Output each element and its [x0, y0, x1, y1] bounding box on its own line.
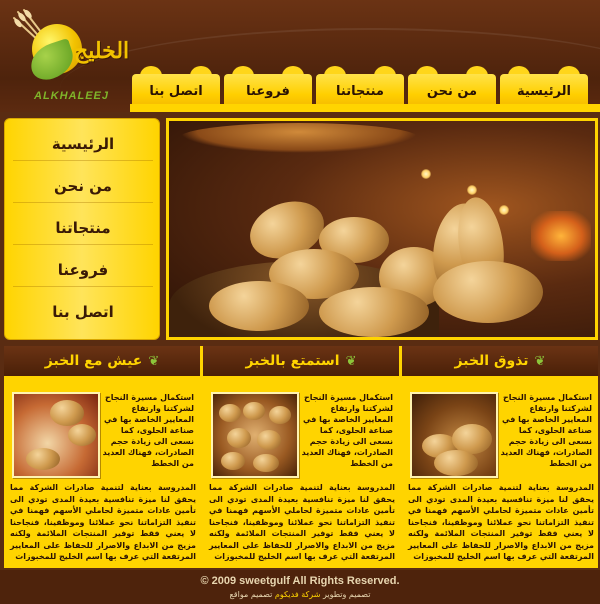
- nav-home[interactable]: الرئيسية: [500, 66, 588, 108]
- column-live: استكمال مسيرة النجاح لشركتنا وارتفاع الم…: [4, 376, 200, 568]
- pastry-plate-image: [12, 392, 100, 478]
- copyright-text: © 2009 sweetgulf All Rights Reserved.: [200, 575, 400, 587]
- column-title: تذوق الخبز: [454, 353, 529, 369]
- nav-contact[interactable]: اتصل بنا: [132, 66, 220, 108]
- hero-bread-image: [166, 118, 598, 340]
- content-section: تذوق الخبز ❦ استكمال مسيرة النجاح لشركتن…: [4, 346, 598, 568]
- leaf-icon: ❦: [345, 353, 357, 369]
- logo-name-en: ALKHALEEJ: [34, 90, 110, 102]
- nav-branches[interactable]: فروعنا: [224, 66, 312, 108]
- column-header-live: عيش مع الخبز ❦: [4, 346, 200, 376]
- nav-underline: [130, 104, 600, 112]
- sidebar-item-about[interactable]: من نحن: [13, 169, 153, 203]
- column-intro-text: استكمال مسيرة النجاح لشركتنا وارتفاع الم…: [102, 393, 194, 468]
- nav-about[interactable]: من نحن: [408, 66, 496, 108]
- column-enjoy: استكمال مسيرة النجاح لشركتنا وارتفاع الم…: [203, 376, 399, 568]
- hero-oven-fire: [531, 211, 591, 261]
- nav-products-label[interactable]: منتجاتنا: [316, 74, 404, 108]
- nav-about-label[interactable]: من نحن: [408, 74, 496, 108]
- column-body-text: المدروسة بعناية لتنمية صادرات الشركة مما…: [10, 483, 196, 561]
- column-header-enjoy: استمتع بالخبز ❦: [203, 346, 399, 376]
- nav-branches-label[interactable]: فروعنا: [224, 74, 312, 108]
- site-header: الخليج ALKHALEEJ الرئيسية من نحن منتجاتن…: [0, 0, 600, 112]
- site-logo[interactable]: الخليج ALKHALEEJ: [8, 6, 130, 102]
- column-body-text: المدروسة بعناية لتنمية صادرات الشركة مما…: [209, 483, 395, 561]
- hero-lamp: [179, 123, 419, 153]
- pastry-tray-image: [211, 392, 299, 478]
- leaf-icon: ❦: [534, 353, 546, 369]
- column-header-taste: تذوق الخبز ❦: [402, 346, 598, 376]
- column-taste: استكمال مسيرة النجاح لشركتنا وارتفاع الم…: [402, 376, 598, 568]
- logo-name-ar: الخليج: [74, 38, 130, 64]
- design-credit-prefix: تصميم وتطوير: [322, 590, 371, 599]
- design-credit-suffix: تصميم مواقع: [229, 590, 273, 599]
- column-body-text: المدروسة بعناية لتنمية صادرات الشركة مما…: [408, 483, 594, 561]
- leaf-icon: ❦: [148, 353, 160, 369]
- site-footer: © 2009 sweetgulf All Rights Reserved. تص…: [0, 570, 600, 604]
- sidebar-item-branches[interactable]: فروعنا: [13, 253, 153, 287]
- sidebar-item-products[interactable]: منتجاتنا: [13, 211, 153, 245]
- column-title: عيش مع الخبز: [44, 353, 143, 369]
- column-intro-text: استكمال مسيرة النجاح لشركتنا وارتفاع الم…: [301, 393, 393, 468]
- nav-home-label[interactable]: الرئيسية: [500, 74, 588, 108]
- design-company-link[interactable]: شركة فديكوم: [275, 590, 321, 599]
- nav-contact-label[interactable]: اتصل بنا: [132, 74, 220, 108]
- nav-products[interactable]: منتجاتنا: [316, 66, 404, 108]
- sidebar-item-contact[interactable]: اتصل بنا: [13, 295, 153, 329]
- bread-basket-image: [410, 392, 498, 478]
- sidebar-item-home[interactable]: الرئيسية: [13, 127, 153, 161]
- column-intro-text: استكمال مسيرة النجاح لشركتنا وارتفاع الم…: [500, 393, 592, 468]
- design-credit: تصميم وتطوير شركة فديكوم تصميم مواقع: [0, 590, 600, 599]
- column-title: استمتع بالخبز: [245, 353, 340, 369]
- sidebar-menu: الرئيسية من نحن منتجاتنا فروعنا اتصل بنا: [4, 118, 160, 340]
